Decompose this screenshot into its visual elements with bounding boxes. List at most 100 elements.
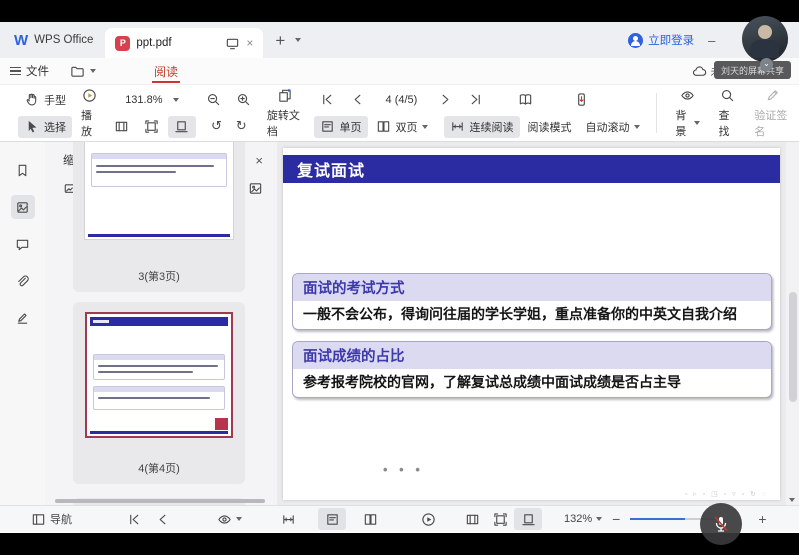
block-heading: 面试的考试方式 xyxy=(293,274,771,301)
eye-icon xyxy=(680,88,696,104)
microphone-muted-overlay[interactable] xyxy=(700,503,742,545)
fit-width-button[interactable] xyxy=(108,116,136,138)
scroll-down-arrow-icon[interactable] xyxy=(789,498,795,502)
rotate-document-icon xyxy=(277,88,293,104)
continuous-read-icon xyxy=(280,511,296,527)
tab-list-chevron-icon[interactable] xyxy=(295,38,301,42)
login-label: 立即登录 xyxy=(648,32,694,48)
vertical-scrollbar-thumb[interactable] xyxy=(789,292,797,402)
file-menu[interactable]: 文件 xyxy=(0,58,59,84)
comments-panel-button[interactable] xyxy=(11,232,35,256)
status-double-page-button[interactable] xyxy=(356,508,384,530)
status-fit-width-button[interactable] xyxy=(458,508,486,530)
zoom-in-button[interactable] xyxy=(230,89,258,111)
thumbnail-page-3[interactable]: 3(第3页) xyxy=(73,142,245,292)
wps-home-button[interactable]: W WPS Office xyxy=(0,22,105,58)
play-slideshow-button[interactable]: 播放 xyxy=(72,85,108,141)
zoom-out-button[interactable] xyxy=(200,89,228,111)
read-mode-button[interactable]: 阅读模式 xyxy=(522,116,578,138)
panel-horizontal-scrollbar[interactable] xyxy=(55,499,265,503)
slide-ellipsis: • • • xyxy=(383,462,424,477)
navigation-button[interactable]: 导航 xyxy=(24,508,78,530)
select-tool-label: 选择 xyxy=(44,119,66,135)
zoom-level-dropdown[interactable]: 131.8% xyxy=(117,92,186,108)
thumbnail-label: 3(第3页) xyxy=(73,268,245,284)
status-zoom-out-button[interactable]: − xyxy=(608,511,624,527)
status-first-page-button[interactable] xyxy=(120,508,148,530)
select-tool-button[interactable]: 选择 xyxy=(18,116,72,138)
fit-page-button[interactable] xyxy=(138,116,166,138)
slide-title: 复试面试 xyxy=(297,157,365,181)
webcam-avatar[interactable] xyxy=(742,16,788,62)
status-background-button[interactable] xyxy=(210,508,248,530)
rotate-right-button[interactable]: ↻ xyxy=(230,116,253,137)
play-circle-icon xyxy=(82,88,98,104)
previous-page-button[interactable] xyxy=(344,89,372,111)
first-page-button[interactable] xyxy=(314,89,342,111)
pdf-page-4[interactable]: 复试面试 面试的考试方式 一般不会公布，得询问往届的学长学姐，重点准备你的中英文… xyxy=(283,148,780,500)
status-continuous-button[interactable] xyxy=(274,508,302,530)
status-single-page-button[interactable] xyxy=(318,508,346,530)
signature-panel-button[interactable] xyxy=(11,306,35,330)
status-bar: 导航 xyxy=(0,505,799,532)
page-indicator[interactable]: 4 (4/5) xyxy=(374,92,430,108)
background-button[interactable]: 背景 xyxy=(666,85,709,141)
vertical-scrollbar[interactable] xyxy=(786,142,799,505)
status-play-button[interactable] xyxy=(414,508,442,530)
panel-close-button[interactable]: × xyxy=(255,153,263,168)
status-zoom-in-button[interactable]: + xyxy=(754,511,770,527)
previous-page-icon xyxy=(350,92,366,108)
last-page-button[interactable] xyxy=(461,89,489,111)
cursor-icon xyxy=(24,119,40,135)
first-page-icon xyxy=(126,511,142,527)
find-label: 查找 xyxy=(718,107,736,139)
double-page-button[interactable]: 双页 xyxy=(370,116,434,138)
status-previous-page-button[interactable] xyxy=(148,508,176,530)
first-page-icon xyxy=(320,92,336,108)
hand-tool-button[interactable]: 手型 xyxy=(18,89,72,111)
rotate-left-button[interactable]: ↺ xyxy=(205,116,228,137)
tab-title: ppt.pdf xyxy=(136,37,218,49)
hand-icon xyxy=(24,92,40,108)
minimize-button[interactable]: – xyxy=(708,33,715,48)
thumbnail-page-4-selected[interactable]: 4(第4页) xyxy=(73,302,245,484)
next-page-button[interactable] xyxy=(431,89,459,111)
auto-scroll-label: 自动滚动 xyxy=(586,119,630,135)
thumbnails-panel-button[interactable] xyxy=(11,195,35,219)
document-tab[interactable]: P ppt.pdf × xyxy=(105,28,263,58)
monitor-icon[interactable] xyxy=(224,35,240,51)
background-label: 背景 xyxy=(675,107,691,139)
play-label: 播放 xyxy=(81,107,99,139)
status-zoom-dropdown[interactable]: 132% xyxy=(558,510,608,528)
actual-size-button[interactable] xyxy=(168,116,196,138)
actual-size-icon xyxy=(174,119,190,135)
continuous-read-label: 连续阅读 xyxy=(470,119,514,135)
avatar-mic-badge: ⌄ xyxy=(760,58,773,71)
wps-office-window: W WPS Office P ppt.pdf × + 立即登录 – × 文件 xyxy=(0,22,799,533)
verify-signature-button[interactable]: 验证签名 xyxy=(745,85,799,141)
status-actual-size-button[interactable] xyxy=(514,508,542,530)
last-page-icon xyxy=(467,92,483,108)
rotate-document-button[interactable]: 旋转文档 xyxy=(258,85,312,141)
tab-close-button[interactable]: × xyxy=(246,37,253,49)
slide-block-1: 面试的考试方式 一般不会公布，得询问往届的学长学姐，重点准备你的中英文自我介绍 xyxy=(292,273,772,330)
bookmarks-panel-button[interactable] xyxy=(11,158,35,182)
status-fit-page-button[interactable] xyxy=(486,508,514,530)
open-file-button[interactable] xyxy=(59,58,106,84)
status-zoom-chevron-icon xyxy=(596,517,602,521)
single-page-button[interactable]: 单页 xyxy=(314,116,368,138)
fit-page-icon xyxy=(144,119,160,135)
login-button[interactable]: 立即登录 xyxy=(628,32,694,48)
screen-share-tooltip: 刘天的屏幕共享 xyxy=(714,61,791,79)
read-mode-label: 阅读模式 xyxy=(528,119,572,135)
continuous-read-button[interactable]: 连续阅读 xyxy=(444,116,520,138)
new-tab-button[interactable]: + xyxy=(275,32,285,49)
large-image-icon xyxy=(247,180,263,196)
auto-scroll-button[interactable]: 自动滚动 xyxy=(580,116,646,138)
attachments-panel-button[interactable] xyxy=(11,269,35,293)
auto-scroll-icon xyxy=(573,92,589,108)
letterbox-bottom xyxy=(0,533,799,555)
tab-read-mode[interactable]: 阅读 xyxy=(150,58,182,84)
reading-toolbar: 手型 选择 播放 131.8% xyxy=(0,85,799,142)
find-button[interactable]: 查找 xyxy=(709,85,745,141)
